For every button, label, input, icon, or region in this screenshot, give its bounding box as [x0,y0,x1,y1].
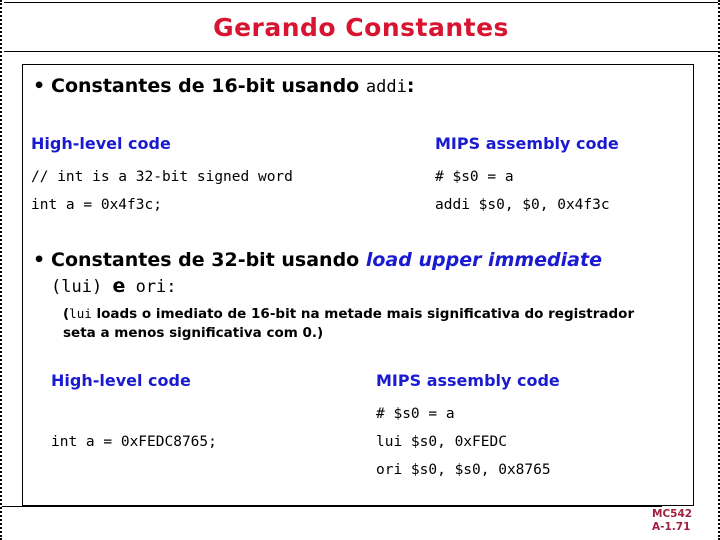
conjunction-e: e [112,275,126,297]
code-line: ori $s0, $s0, 0x8765 [376,462,551,478]
column-header-high-level-1: High-level code [31,134,171,153]
bullet-1-code-term: addi [365,77,407,97]
footer-page-number: A-1.71 [652,521,691,533]
footer-credits: MC542 A-1.71 [652,508,714,534]
column-header-mips-2: MIPS assembly code [376,371,560,390]
lui-code-term: lui [61,277,92,297]
code-line: # $s0 = a [435,169,514,185]
footer-course-code: MC542 [652,508,693,520]
code-line: int a = 0xFEDC8765; [51,434,217,450]
slide-outer-frame: Gerando Constantes • Constantes de 16-bit… [0,0,720,540]
code-line: int a = 0x4f3c; [31,197,162,213]
code-line: // int is a 32-bit signed word [31,169,293,185]
explanatory-note: (lui loads o imediato de 16-bit na metad… [63,304,663,343]
ori-code-term: ori: [125,277,177,297]
slide-content-box: • Constantes de 16-bit usando addi: High-… [22,64,694,506]
slide-title-bar: Gerando Constantes [4,2,718,52]
bullet-2-second-row: (lui) e ori: [51,273,602,300]
bullet-2-text-before: Constantes de 32-bit usando [51,249,366,271]
code-line-spacer [51,400,217,428]
footer-divider [2,506,662,507]
bullet-1-text-before: Constantes de 16-bit usando [51,75,366,97]
column-header-high-level-2: High-level code [51,371,191,390]
bullet-marker-icon: • [33,249,46,271]
code-line: # $s0 = a [376,406,455,422]
code-line: addi $s0, $0, 0x4f3c [435,197,610,213]
bullet-marker-icon: • [33,75,46,97]
note-body-text: loads o imediato de 16-bit na metade mai… [63,306,635,341]
mips-assembly-column-1: MIPS assembly code # $s0 = a addi $s0, $… [435,133,619,219]
column-header-mips-1: MIPS assembly code [435,134,619,153]
bullet-item-16bit: • Constantes de 16-bit usando addi: [33,75,414,97]
bullet-2-emphasis: load upper immediate [365,249,602,271]
bullet-item-32bit: • Constantes de 32-bit usando load upper … [33,247,602,300]
note-lui-code: lui [69,306,92,321]
bullet-1-text-after: : [406,75,415,97]
page-title: Gerando Constantes [213,12,509,42]
high-level-code-column-1: High-level code // int is a 32-bit signe… [31,133,293,219]
high-level-code-column-2: High-level code int a = 0xFEDC8765; [51,370,217,456]
mips-assembly-column-2: MIPS assembly code # $s0 = a lui $s0, 0x… [376,370,560,484]
paren-open: ( [51,277,62,297]
code-line: lui $s0, 0xFEDC [376,434,507,450]
paren-close: ) [91,277,113,297]
